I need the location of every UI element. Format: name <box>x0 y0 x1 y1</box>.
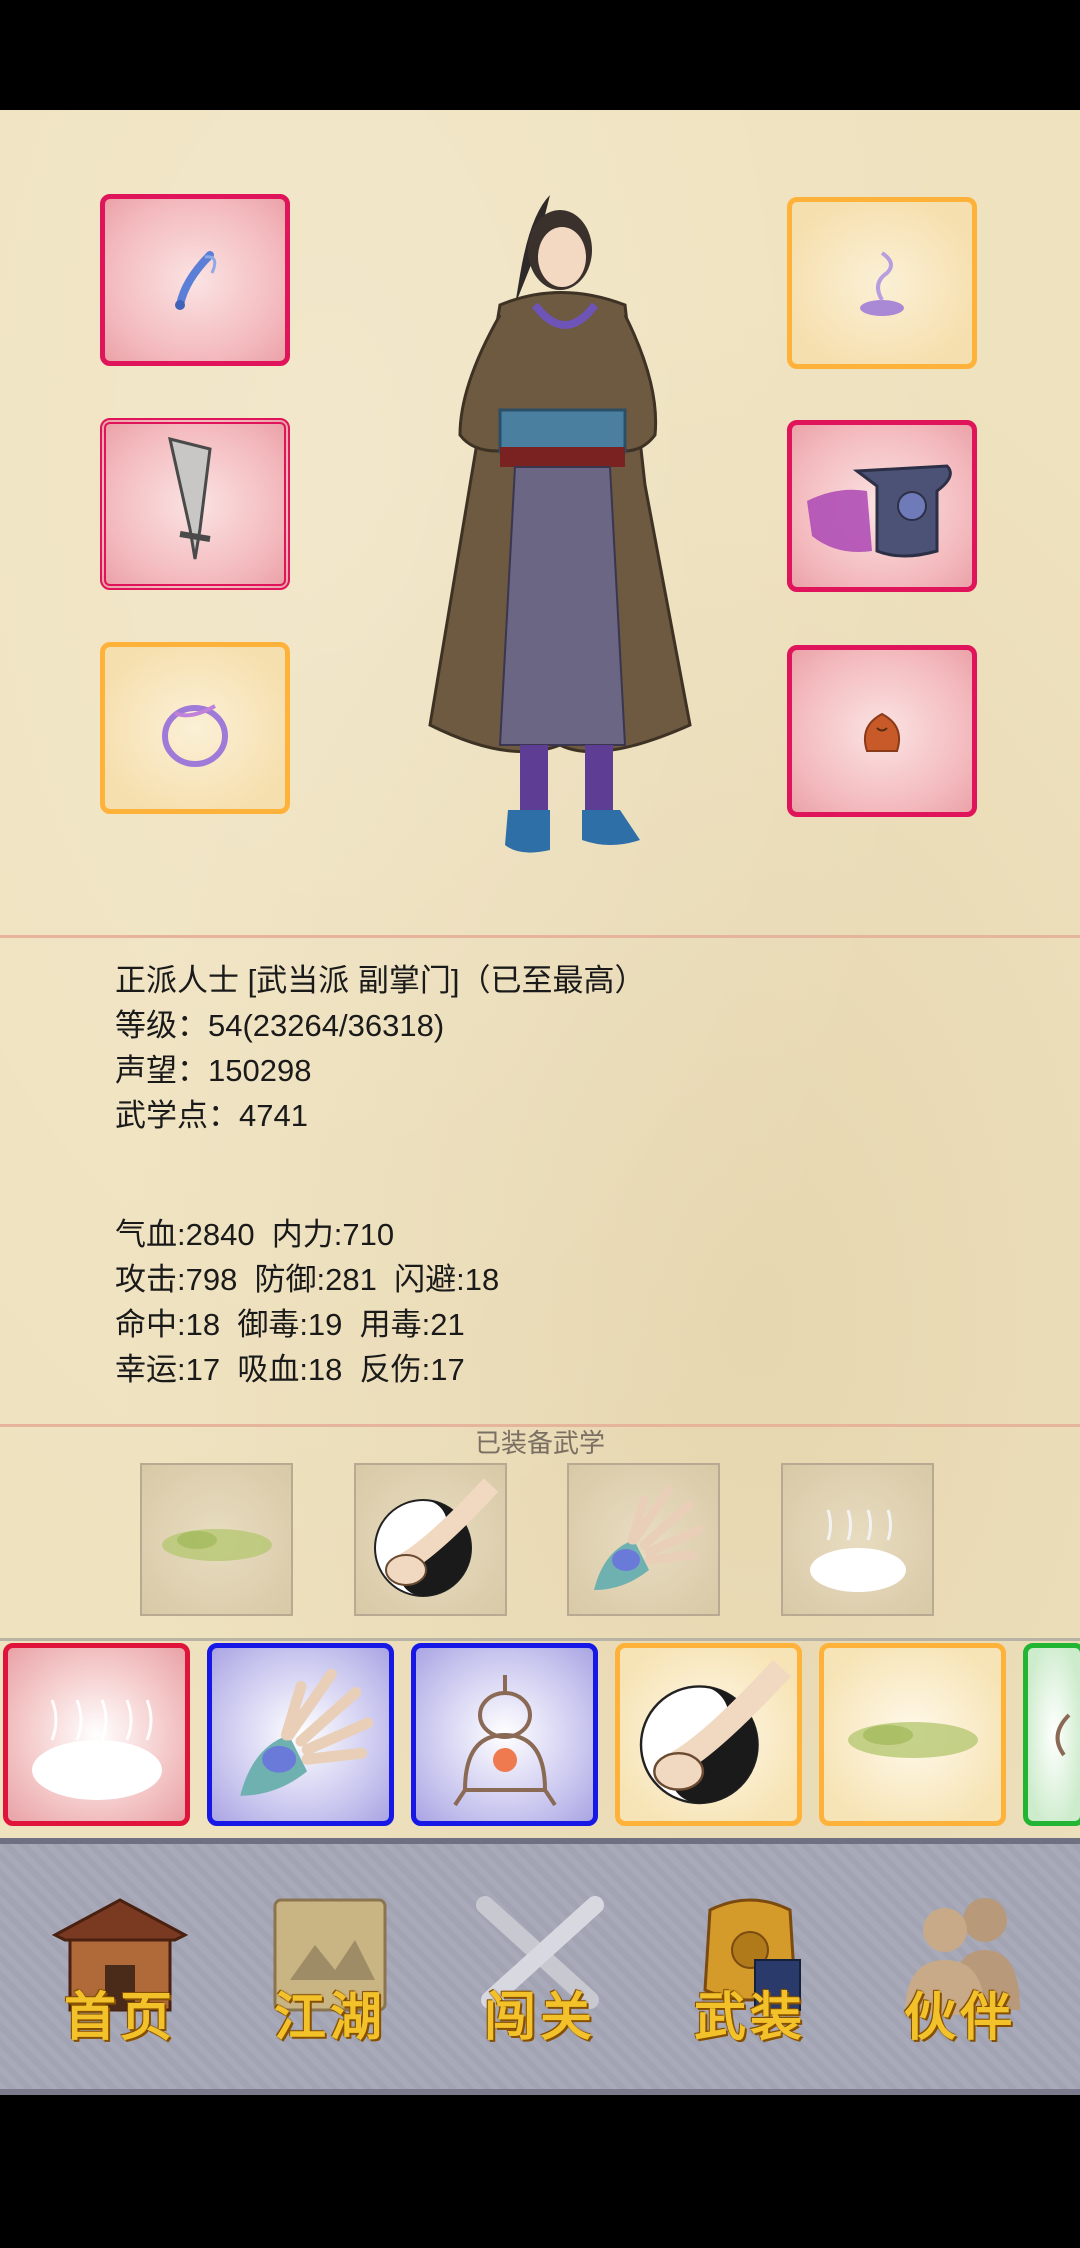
ring-icon <box>162 704 228 767</box>
equip-slot-weapon-accessory[interactable] <box>100 194 290 366</box>
nav-challenge[interactable]: 闯关 <box>460 1890 620 2060</box>
inventory-item-1[interactable] <box>3 1643 190 1826</box>
inventory-item-5[interactable] <box>819 1643 1006 1826</box>
armor-icon <box>807 464 952 558</box>
inventory-item-2[interactable] <box>207 1643 394 1826</box>
nav-partner[interactable]: 伙伴 <box>880 1890 1040 2060</box>
equip-slot-amulet[interactable] <box>787 645 977 817</box>
nav-challenge-label: 闯关 <box>483 1987 596 2048</box>
character-portrait <box>428 195 692 853</box>
inventory-item-3[interactable] <box>411 1643 598 1826</box>
equip-slot-armor[interactable] <box>787 420 977 592</box>
stats-line-hit-poison: 命中:18 御毒:19 用毒:21 <box>115 1307 465 1342</box>
profile-level: 等级：54(23264/36318) <box>115 1008 445 1043</box>
nav-jianghu-label: 江湖 <box>273 1987 386 2048</box>
mist-icon <box>161 1528 272 1561</box>
saber-icon <box>168 436 212 560</box>
nav-home[interactable]: 首页 <box>40 1890 200 2060</box>
skill-slot-3[interactable] <box>567 1463 720 1616</box>
skill-slot-4[interactable] <box>781 1463 934 1616</box>
status-bar <box>0 0 1080 110</box>
palm-icon <box>593 1485 703 1590</box>
bottom-nav: 首页 江湖 闯关 武装 伙伴 <box>0 1838 1080 2095</box>
nav-jianghu[interactable]: 江湖 <box>250 1890 410 2060</box>
flute-icon <box>175 251 217 310</box>
equip-slot-incense[interactable] <box>787 197 977 369</box>
equip-slot-weapon[interactable] <box>100 418 290 590</box>
system-nav-area <box>0 2095 1080 2248</box>
taiji-fist-icon <box>373 1477 498 1597</box>
stats-line-luck-lifesteal: 幸运:17 吸血:18 反伤:17 <box>115 1352 465 1387</box>
inventory-item-6[interactable] <box>1023 1643 1080 1826</box>
equip-slot-ring[interactable] <box>100 642 290 814</box>
taiji-fist-icon <box>639 1659 791 1804</box>
amulet-icon <box>863 712 901 752</box>
inventory-item-4[interactable] <box>615 1643 802 1826</box>
divider-top <box>0 935 1080 938</box>
bell-icon <box>452 1674 557 1806</box>
palm-icon <box>239 1668 373 1796</box>
skill-slot-1[interactable] <box>140 1463 293 1616</box>
nav-equipment[interactable]: 武装 <box>670 1890 830 2060</box>
cloud-icon <box>809 1509 906 1592</box>
stats-line-hp-mp: 气血:2840 内力:710 <box>115 1217 395 1252</box>
profile-reputation: 声望：150298 <box>115 1053 312 1088</box>
stats-block: 气血:2840 内力:710 攻击:798 防御:281 闪避:18 命中:18… <box>115 1212 499 1392</box>
cloud-icon <box>31 1698 162 1800</box>
equipped-skills-title: 已装备武学 <box>474 1429 605 1459</box>
nav-partner-label: 伙伴 <box>903 1987 1016 2048</box>
mist-icon <box>847 1721 978 1758</box>
nav-equipment-label: 武装 <box>693 1987 806 2048</box>
profile-title: 正派人士 [武当派 副掌门]（已至最高） <box>115 963 646 998</box>
skill-slot-2[interactable] <box>354 1463 507 1616</box>
partial-item-icon <box>1055 1713 1071 1756</box>
incense-icon <box>860 251 904 316</box>
nav-home-label: 首页 <box>63 1987 176 2048</box>
profile-info: 正派人士 [武当派 副掌门]（已至最高） 等级：54(23264/36318) … <box>115 958 645 1138</box>
stats-line-atk-def: 攻击:798 防御:281 闪避:18 <box>115 1262 500 1297</box>
profile-martial-points: 武学点：4741 <box>115 1098 308 1133</box>
